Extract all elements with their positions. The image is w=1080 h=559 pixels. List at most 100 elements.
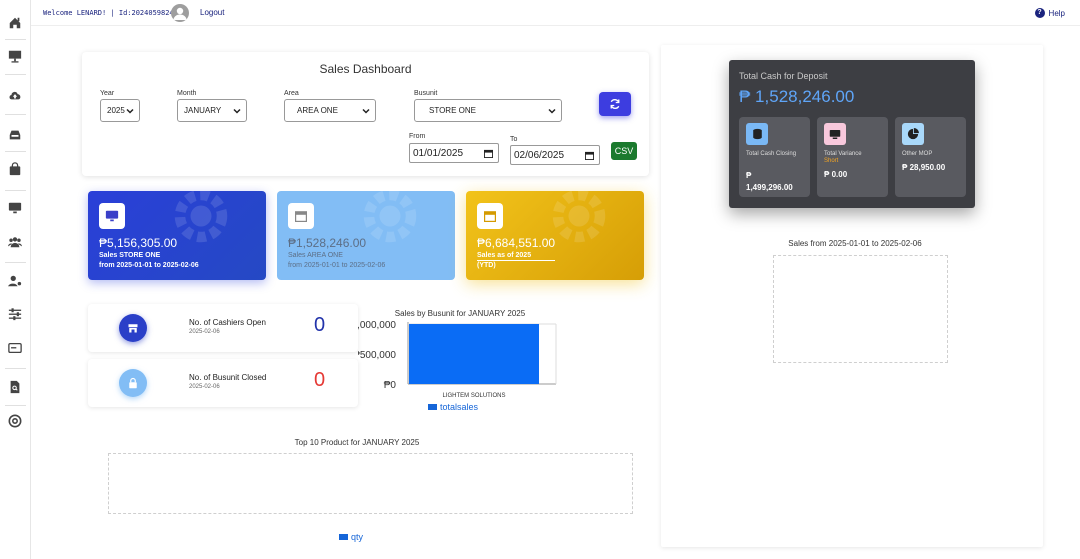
top-bar: Welcome LENARD! | Id:202405982424 Logout… — [31, 0, 1080, 26]
calendar-icon[interactable] — [484, 149, 493, 158]
y-tick-label: ₱0 — [384, 380, 397, 391]
help-label: Help — [1048, 8, 1065, 18]
y-tick-label: ₱1,000,000 — [358, 320, 396, 331]
page-title: Sales Dashboard — [319, 62, 412, 76]
lock-icon — [119, 369, 147, 397]
bar — [409, 324, 539, 384]
busunit-bar-chart: ₱1,000,000 ₱500,000 ₱0 LIGHTEM SOLUTIONS — [358, 320, 557, 399]
store-icon — [119, 314, 147, 342]
stat-label: Sales AREA ONE — [288, 252, 343, 259]
stat-amount: ₱6,684,551.00 — [477, 236, 556, 250]
sidebar — [0, 0, 31, 559]
other-mop-card: Other MOP ₱ 28,950.00 — [895, 117, 966, 197]
user-avatar-icon — [173, 7, 187, 20]
month-select[interactable]: JANUARY — [177, 99, 247, 122]
busunit-chart-title: Sales by Busunit for JANUARY 2025 — [394, 309, 526, 318]
cash-closing-label: Total Cash Closing — [746, 151, 797, 157]
help-icon: ? — [1034, 8, 1045, 18]
stat-label: Sales STORE ONE — [99, 252, 161, 259]
cloud-upload-icon[interactable] — [8, 88, 22, 102]
top10-chart-legend[interactable]: qty — [339, 532, 363, 542]
logout-link[interactable]: Logout — [200, 8, 224, 17]
busunit-closed-card: No. of Busunit Closed 2025-02-06 0 — [88, 359, 358, 407]
database-icon — [746, 123, 768, 145]
user-settings-icon[interactable] — [8, 274, 22, 288]
stat-amount: ₱1,528,246.00 — [288, 236, 367, 250]
from-label: From — [409, 133, 426, 140]
busunit-label: Busunit — [414, 90, 438, 97]
cashiers-open-card: No. of Cashiers Open 2025-02-06 0 — [88, 304, 358, 352]
month-value: JANUARY — [184, 106, 222, 115]
monitor-icon — [99, 203, 125, 229]
refresh-button[interactable] — [599, 92, 631, 116]
users-icon[interactable] — [8, 235, 22, 249]
help-link[interactable]: ? Help — [1034, 8, 1065, 18]
shopping-bag-icon[interactable] — [8, 162, 22, 176]
other-mop-label: Other MOP — [902, 151, 933, 157]
variance-value: 0.00 — [831, 170, 848, 179]
other-mop-value: 28,950.00 — [909, 163, 946, 172]
presentation-icon[interactable] — [8, 49, 22, 63]
x-tick-label: LIGHTEM SOLUTIONS — [442, 393, 505, 399]
chevron-down-icon — [362, 108, 370, 114]
variance-label: Total Variance — [824, 151, 862, 157]
variance-prefix: ₱ — [824, 170, 830, 179]
legend-swatch — [428, 404, 437, 410]
year-value: 2025 — [107, 106, 125, 115]
area-select[interactable]: AREA ONE — [284, 99, 376, 122]
stat-range: from 2025-01-01 to 2025-02-06 — [288, 262, 386, 269]
sliders-icon[interactable] — [8, 307, 22, 321]
stat-card-ytd: ₱6,684,551.00 Sales as of 2025 (YTD) — [466, 191, 644, 280]
area-label: Area — [284, 90, 299, 97]
variance-card: Total Variance Short ₱ 0.00 — [817, 117, 888, 197]
cashiers-open-date: 2025-02-06 — [189, 329, 220, 335]
busunit-closed-date: 2025-02-06 — [189, 384, 220, 390]
busunit-chart-legend[interactable]: totalsales — [428, 402, 478, 412]
chevron-down-icon — [126, 108, 134, 114]
pie-chart-icon — [902, 123, 924, 145]
monitor-icon[interactable] — [8, 201, 22, 215]
sales-range-chart-area — [773, 255, 948, 363]
busunit-closed-count: 0 — [314, 369, 326, 391]
cashiers-open-title: No. of Cashiers Open — [189, 318, 266, 327]
to-date-input[interactable]: 02/06/2025 — [510, 145, 600, 165]
y-tick-label: ₱500,000 — [358, 350, 396, 361]
cash-closing-card: Total Cash Closing ₱ 1,499,296.00 — [739, 117, 810, 197]
month-label: Month — [177, 90, 197, 97]
refresh-icon — [610, 99, 620, 109]
cash-deposit-title: Total Cash for Deposit — [739, 71, 828, 81]
card-icon[interactable] — [8, 341, 22, 355]
cash-closing-prefix: ₱ — [746, 171, 752, 180]
calendar-icon — [477, 203, 503, 229]
home-icon[interactable] — [8, 16, 22, 30]
stat-card-area: ₱1,528,246.00 Sales AREA ONE from 2025-0… — [277, 191, 455, 280]
cash-deposit-amount: ₱ 1,528,246.00 — [739, 87, 855, 106]
top10-chart-title: Top 10 Product for JANUARY 2025 — [294, 438, 420, 447]
calendar-icon — [288, 203, 314, 229]
monitor-icon — [824, 123, 846, 145]
cash-deposit-card: Total Cash for Deposit ₱ 1,528,246.00 To… — [729, 60, 975, 208]
stat-range: (YTD) — [477, 262, 496, 269]
busunit-select[interactable]: STORE ONE — [414, 99, 562, 122]
busunit-closed-title: No. of Busunit Closed — [189, 373, 267, 382]
year-select[interactable]: 2025 — [100, 99, 140, 122]
legend-label: totalsales — [440, 402, 479, 412]
sales-range-chart-title: Sales from 2025-01-01 to 2025-02-06 — [788, 239, 922, 248]
from-date-input[interactable]: 01/01/2025 — [409, 143, 499, 163]
lifebuoy-icon[interactable] — [8, 414, 22, 428]
year-label: Year — [100, 90, 115, 97]
variance-sublabel: Short — [824, 158, 839, 164]
file-search-icon[interactable] — [8, 380, 22, 394]
avatar[interactable] — [171, 4, 189, 22]
stat-range: from 2025-01-01 to 2025-02-06 — [99, 262, 199, 269]
welcome-text: Welcome LENARD! | Id:202405982424 — [43, 9, 183, 17]
inbox-icon[interactable] — [8, 128, 22, 142]
from-date-value: 01/01/2025 — [413, 147, 464, 159]
filter-card: Sales Dashboard Year 2025 Month JANUARY … — [82, 52, 649, 176]
csv-button[interactable]: CSV — [611, 142, 637, 160]
stat-label: Sales as of 2025 — [477, 252, 555, 261]
calendar-icon[interactable] — [585, 151, 594, 160]
cash-closing-value: 1,499,296.00 — [746, 183, 793, 192]
to-label: To — [510, 136, 518, 143]
stat-amount: ₱5,156,305.00 — [99, 236, 178, 250]
